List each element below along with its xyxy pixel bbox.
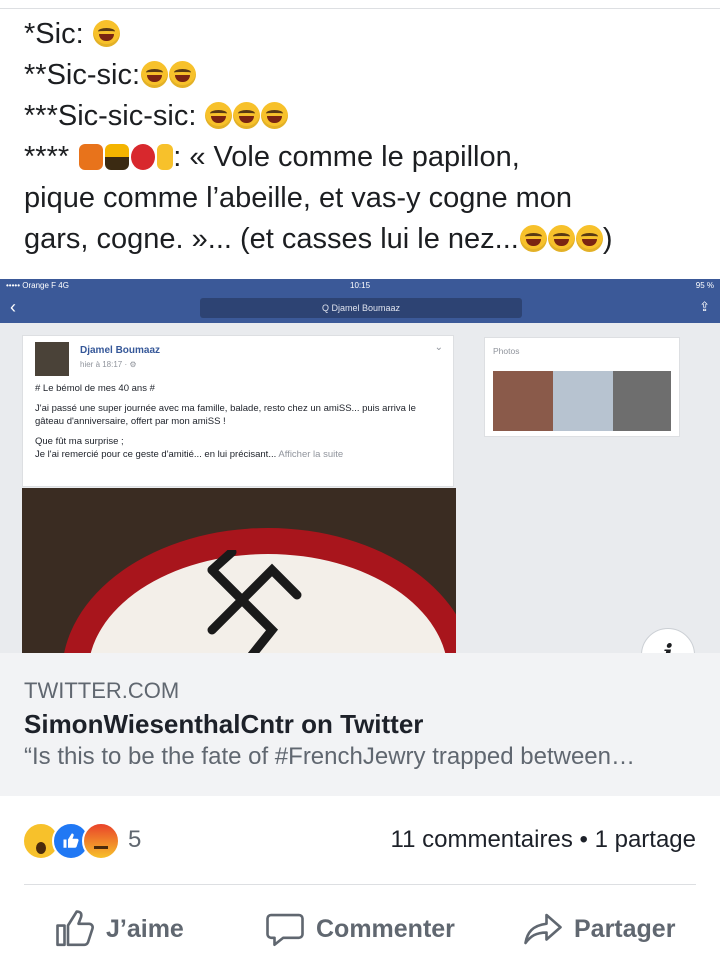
- photo-thumbnail: [613, 371, 671, 431]
- photo-thumbnail: [553, 371, 613, 431]
- cake-photo: [22, 488, 456, 653]
- top-divider: [0, 8, 720, 9]
- post-line-6: gars, cogne. »... (et casses lui le nez.…: [24, 223, 613, 255]
- screenshot-timestamp: hier à 18:17 · ⚙: [80, 360, 137, 369]
- bee-emoji-icon: [105, 144, 130, 170]
- butterfly-emoji-icon: [79, 144, 104, 170]
- share-button[interactable]: Partager: [522, 906, 675, 952]
- post-line-5: pique comme l’abeille, et vas-y cogne mo…: [24, 182, 573, 214]
- link-domain: TWITTER.COM: [24, 678, 180, 703]
- post-text: *Sic: **Sic-sic: ***Sic-sic-sic: **** : …: [24, 14, 704, 260]
- comment-bubble-icon: [266, 913, 304, 947]
- tears-of-joy-emoji-icon: [575, 225, 603, 252]
- rofl-emoji-icon: [547, 225, 575, 252]
- shared-screenshot-image[interactable]: ••••• Orange F 4G 10:15 95 % ‹ Q Djamel …: [0, 279, 720, 653]
- screenshot-post-card: Djamel Boumaaz hier à 18:17 · ⚙ ⌄ # Le b…: [22, 335, 454, 487]
- engagement-meta: 11 commentaires • 1 partage: [390, 826, 696, 853]
- post-line-4: **** : « Vole comme le papillon,: [24, 141, 520, 173]
- reaction-count: 5: [128, 826, 142, 853]
- tears-of-joy-emoji-icon: [169, 61, 197, 88]
- sweat-smile-emoji-icon: [92, 20, 120, 47]
- tears-of-joy-emoji-icon: [205, 102, 233, 129]
- sweat-smile-emoji-icon: [519, 225, 547, 252]
- share-icon: ⇪: [699, 299, 710, 314]
- post-line-3: ***Sic-sic-sic:: [24, 96, 704, 137]
- back-arrow-icon: ‹: [10, 297, 16, 317]
- comment-button[interactable]: Commenter: [264, 906, 455, 952]
- chevron-down-icon: ⌄: [434, 342, 443, 353]
- boxing-glove-emoji-icon: [131, 144, 156, 170]
- photo-thumbnail: [493, 371, 553, 431]
- screenshot-search-bar: Q Djamel Boumaaz: [200, 298, 522, 318]
- cake-symbol-icon: [207, 550, 302, 653]
- nose-emoji-icon: [157, 144, 174, 170]
- screenshot-photos-card: Photos: [484, 337, 680, 437]
- sweat-smile-emoji-icon: [141, 61, 169, 88]
- post-line-2: **Sic-sic:: [24, 55, 704, 96]
- screenshot-author: Djamel Boumaaz: [80, 345, 161, 356]
- screenshot-nav-bar: ‹ Q Djamel Boumaaz ⇪: [0, 293, 720, 323]
- post-line-1: *Sic:: [24, 14, 704, 55]
- share-arrow-icon: [524, 913, 562, 945]
- link-preview[interactable]: TWITTER.COM SimonWiesenthalCntr on Twitt…: [0, 653, 720, 796]
- link-description: “Is this to be the fate of #FrenchJewry …: [24, 743, 635, 770]
- screenshot-post-body: # Le bémol de mes 40 ans # J'ai passé un…: [35, 383, 416, 460]
- like-button[interactable]: J’aime: [54, 906, 184, 952]
- comments-count[interactable]: 11 commentaires: [391, 826, 573, 853]
- angry-icon: [82, 822, 120, 860]
- link-title[interactable]: SimonWiesenthalCntr on Twitter: [24, 709, 423, 740]
- rofl-emoji-icon: [261, 102, 289, 129]
- thumbs-up-icon: [56, 910, 94, 947]
- status-bar: ••••• Orange F 4G 10:15 95 %: [0, 279, 720, 293]
- sweat-smile-emoji-icon: [233, 102, 261, 129]
- action-bar: J’aime Commenter Partager: [0, 906, 720, 952]
- actions-divider: [24, 884, 696, 885]
- shares-count[interactable]: 1 partage: [595, 826, 696, 853]
- avatar: [35, 342, 69, 376]
